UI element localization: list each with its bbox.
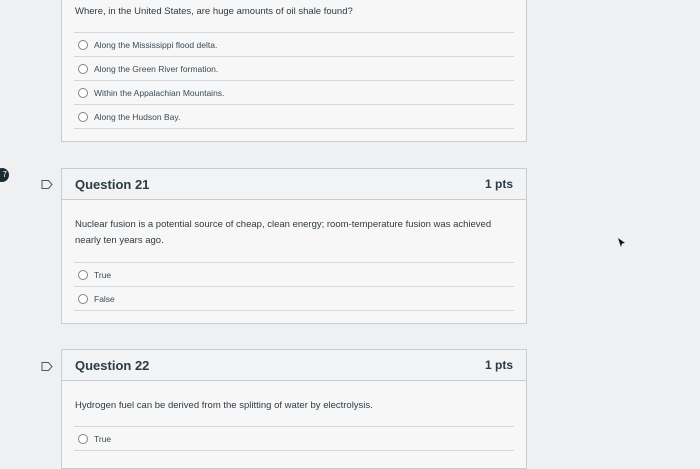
answer-label: True xyxy=(94,433,112,444)
question-21-answers: True False xyxy=(74,262,514,311)
question-22-answers: True xyxy=(74,426,514,451)
answer-label: False xyxy=(94,293,115,304)
question-22-header: Question 22 1 pts xyxy=(62,350,526,381)
radio-button[interactable] xyxy=(78,269,88,280)
radio-button[interactable] xyxy=(78,63,88,74)
answer-label: True xyxy=(94,269,112,280)
answer-option[interactable]: True xyxy=(74,263,514,287)
answer-label: Along the Green River formation. xyxy=(94,63,219,74)
flag-question-icon[interactable] xyxy=(41,180,53,189)
radio-button[interactable] xyxy=(78,293,88,304)
question-20-card: Where, in the United States, are huge am… xyxy=(61,0,527,142)
answer-option[interactable]: False xyxy=(74,287,514,311)
mouse-pointer-icon xyxy=(617,236,627,254)
flag-question-icon[interactable] xyxy=(41,362,53,371)
question-points: 1 pts xyxy=(484,358,513,372)
notification-badge: 7 xyxy=(0,168,9,182)
answer-option[interactable]: Along the Green River formation. xyxy=(74,57,514,81)
answer-option[interactable]: Along the Mississippi flood delta. xyxy=(74,33,514,57)
question-21-card: Question 21 1 pts Nuclear fusion is a po… xyxy=(61,168,527,324)
question-20-answers: Along the Mississippi flood delta. Along… xyxy=(74,32,514,129)
answer-label: Along the Hudson Bay. xyxy=(94,111,181,122)
question-title: Question 21 xyxy=(75,176,150,192)
question-title: Question 22 xyxy=(75,357,150,373)
answer-option[interactable]: True xyxy=(74,427,514,451)
answer-label: Within the Appalachian Mountains. xyxy=(94,87,225,98)
question-21-text: Nuclear fusion is a potential source of … xyxy=(75,219,492,246)
answer-label: Along the Mississippi flood delta. xyxy=(94,39,218,50)
radio-button[interactable] xyxy=(78,433,88,444)
radio-button[interactable] xyxy=(78,87,88,98)
radio-button[interactable] xyxy=(78,111,88,122)
question-22-text: Hydrogen fuel can be derived from the sp… xyxy=(75,400,373,411)
question-21-header: Question 21 1 pts xyxy=(62,169,526,200)
radio-button[interactable] xyxy=(78,39,88,50)
answer-option[interactable]: Within the Appalachian Mountains. xyxy=(74,81,514,105)
answer-option[interactable]: Along the Hudson Bay. xyxy=(74,105,514,129)
question-22-card: Question 22 1 pts Hydrogen fuel can be d… xyxy=(61,349,527,469)
question-points: 1 pts xyxy=(484,177,513,191)
question-20-text: Where, in the United States, are huge am… xyxy=(75,6,353,17)
